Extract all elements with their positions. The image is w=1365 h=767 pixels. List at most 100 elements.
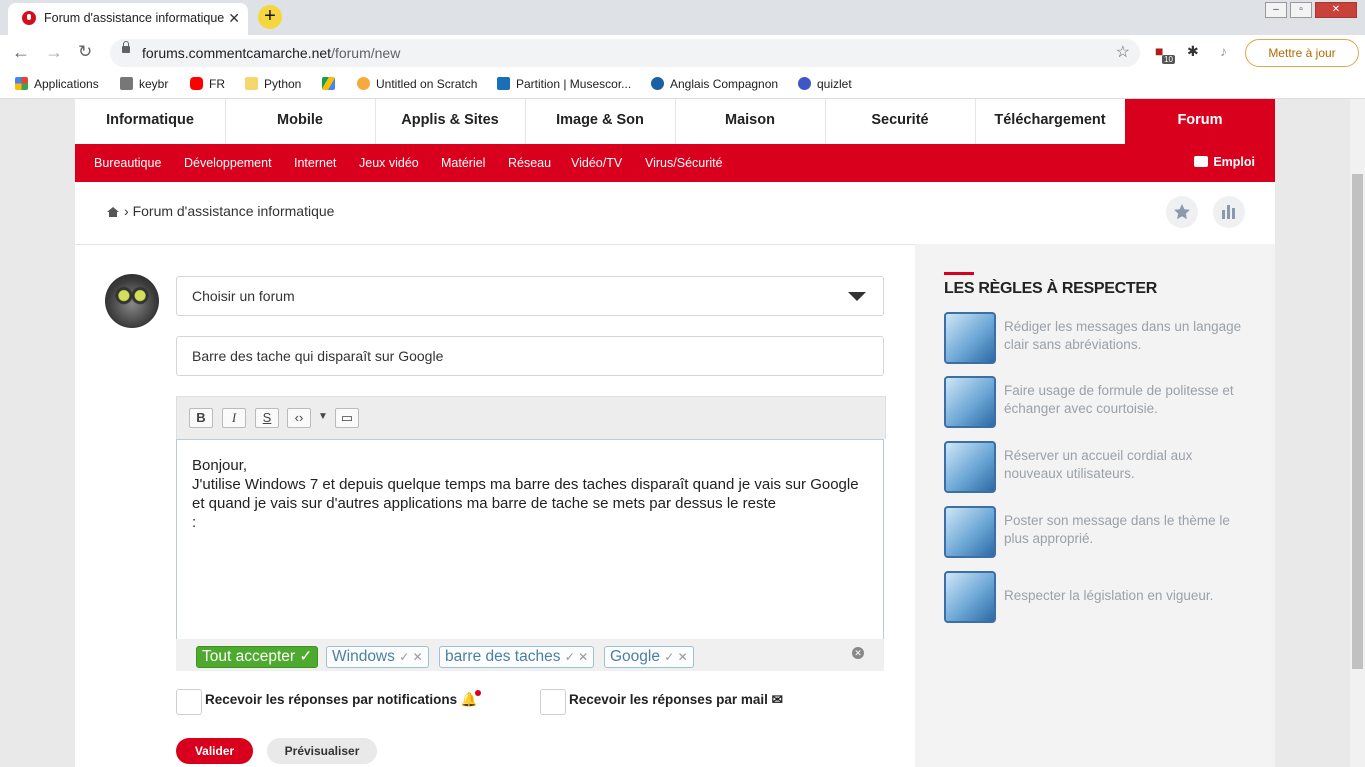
emploi-link[interactable]: Emploi <box>1194 155 1255 169</box>
preview-button[interactable]: Prévisualiser <box>267 738 377 764</box>
youtube-icon <box>190 77 203 90</box>
maximize-icon[interactable]: ▫ <box>1290 2 1312 18</box>
code-dropdown-icon[interactable]: ▼ <box>312 408 334 426</box>
subnav-materiel[interactable]: Matériel <box>441 156 485 170</box>
tag-bar: Tout accepter ✓ Windows ✓ ✕ barre des ta… <box>176 639 884 671</box>
category-nav: Informatique Mobile Applis & Sites Image… <box>75 99 1275 145</box>
category-image-son[interactable]: Image & Son <box>525 99 676 144</box>
bookmarks-bar: Applications keybr FR Python Untitled on… <box>0 71 1365 99</box>
extension-badge: 10 <box>1162 55 1175 64</box>
bold-button[interactable]: B <box>189 408 213 428</box>
tag-google[interactable]: Google ✓ ✕ <box>604 646 694 668</box>
forum-select[interactable]: Choisir un forum <box>176 276 884 316</box>
avatar <box>105 274 159 328</box>
apps-grid-icon <box>15 77 28 90</box>
rule-welcome-icon <box>944 441 996 493</box>
rule-item: Faire usage de formule de politesse et é… <box>944 376 1244 428</box>
reload-icon[interactable]: ↻ <box>78 42 92 62</box>
bookmark-applications[interactable]: Applications <box>15 77 99 91</box>
bar-chart-icon <box>1222 205 1235 219</box>
tag-barre-des-taches[interactable]: barre des taches ✓ ✕ <box>439 646 595 668</box>
subnav-reseau[interactable]: Réseau <box>508 156 551 170</box>
new-post-form: Choisir un forum Barre des tache qui dis… <box>75 244 915 767</box>
close-tab-icon[interactable]: ✕ <box>228 10 240 27</box>
subnav-video-tv[interactable]: Vidéo/TV <box>571 156 622 170</box>
code-icon: ‹› <box>294 410 304 425</box>
back-arrow-icon[interactable]: ← <box>12 42 30 63</box>
bookmark-quizlet[interactable]: quizlet <box>798 77 852 91</box>
subnav-internet[interactable]: Internet <box>294 156 336 170</box>
message-line: J'utilise Windows 7 et depuis quelque te… <box>192 476 859 512</box>
forward-arrow-icon[interactable]: → <box>45 42 63 63</box>
bookmark-keybr[interactable]: keybr <box>120 77 168 91</box>
bookmark-python[interactable]: Python <box>245 77 301 91</box>
message-editor[interactable]: Bonjour, J'utilise Windows 7 et depuis q… <box>176 439 884 641</box>
message-line: Bonjour, <box>192 457 248 474</box>
category-maison[interactable]: Maison <box>675 99 826 144</box>
new-tab-button[interactable]: + <box>258 5 282 29</box>
scrollbar-thumb[interactable] <box>1352 174 1363 669</box>
browser-tab[interactable]: Forum d'assistance informatique ✕ <box>8 3 248 35</box>
lock-icon <box>122 41 130 53</box>
breadcrumb-forum[interactable]: › Forum d'assistance informatique <box>124 203 334 219</box>
submit-button[interactable]: Valider <box>176 738 253 764</box>
category-mobile[interactable]: Mobile <box>225 99 376 144</box>
bookmark-scratch[interactable]: Untitled on Scratch <box>357 77 477 91</box>
tag-windows[interactable]: Windows ✓ ✕ <box>326 646 429 668</box>
title-input[interactable]: Barre des tache qui disparaît sur Google <box>176 336 884 376</box>
notify-label: Recevoir les réponses par notifications … <box>205 690 481 708</box>
accept-all-tags-button[interactable]: Tout accepter ✓ <box>196 646 319 668</box>
subnav-developpement[interactable]: Développement <box>184 156 272 170</box>
subnav-bureautique[interactable]: Bureautique <box>94 156 161 170</box>
strike-button[interactable]: S <box>255 408 279 428</box>
address-bar[interactable]: forums.commentcamarche.net/forum/new ☆ <box>110 39 1140 67</box>
category-informatique[interactable]: Informatique <box>75 99 226 144</box>
notify-checkbox[interactable] <box>176 689 202 715</box>
window-controls: – ▫ ✕ <box>1262 2 1357 18</box>
bookmark-fr[interactable]: FR <box>190 77 225 91</box>
bookmark-drive[interactable] <box>322 77 341 91</box>
category-securite[interactable]: Securité <box>825 99 976 144</box>
mail-checkbox[interactable] <box>540 689 566 715</box>
category-telechargement[interactable]: Téléchargement <box>975 99 1126 144</box>
clear-tags-icon[interactable]: ✕ <box>852 647 864 659</box>
category-applis-sites[interactable]: Applis & Sites <box>375 99 526 144</box>
bookmark-anglais[interactable]: Anglais Compagnon <box>651 77 778 91</box>
bookmark-musescore[interactable]: Partition | Musescor... <box>497 77 631 91</box>
breadcrumb: › Forum d'assistance informatique <box>75 182 1275 245</box>
page-scrollbar[interactable] <box>1350 99 1365 767</box>
music-note-icon[interactable]: ♪ <box>1220 43 1227 59</box>
home-icon[interactable] <box>107 207 119 217</box>
rule-item: Poster son message dans le thème le plus… <box>944 506 1244 558</box>
page-content: Informatique Mobile Applis & Sites Image… <box>75 99 1275 767</box>
favorite-star-button[interactable] <box>1166 196 1198 228</box>
image-button[interactable]: ▭ <box>335 408 359 428</box>
code-button[interactable]: ‹› <box>287 408 311 428</box>
rule-writing-icon <box>944 312 996 364</box>
italic-button[interactable]: I <box>222 408 246 428</box>
puzzle-icon[interactable]: ✱ <box>1187 43 1199 60</box>
close-window-icon[interactable]: ✕ <box>1315 2 1357 18</box>
minimize-icon[interactable]: – <box>1265 2 1287 18</box>
chevron-down-icon <box>848 292 866 301</box>
tab-title: Forum d'assistance informatique <box>44 11 224 25</box>
message-body: Bonjour, J'utilise Windows 7 et depuis q… <box>192 456 872 532</box>
rule-theme-icon <box>944 506 996 558</box>
rules-accent-bar <box>944 272 974 275</box>
stats-button[interactable] <box>1213 196 1245 228</box>
url-text: forums.commentcamarche.net/forum/new <box>142 45 401 61</box>
editor-toolbar: B I S ‹› ▼ ▭ <box>176 396 886 439</box>
rule-law-icon <box>944 571 996 623</box>
browser-toolbar: ← → ↻ forums.commentcamarche.net/forum/n… <box>0 35 1365 71</box>
quizlet-icon <box>798 77 811 90</box>
globe-icon <box>651 77 664 90</box>
bookmark-star-icon[interactable]: ☆ <box>1116 42 1130 62</box>
rules-sidebar: LES RÈGLES À RESPECTER Rédiger les messa… <box>915 244 1275 767</box>
subnav-virus-securite[interactable]: Virus/Sécurité <box>645 156 723 170</box>
update-button[interactable]: Mettre à jour <box>1245 39 1359 67</box>
keybr-icon <box>120 77 133 90</box>
category-forum[interactable]: Forum <box>1125 99 1275 144</box>
sub-nav: Bureautique Développement Internet Jeux … <box>75 144 1275 182</box>
message-line: : <box>192 514 197 531</box>
subnav-jeux-video[interactable]: Jeux vidéo <box>359 156 419 170</box>
